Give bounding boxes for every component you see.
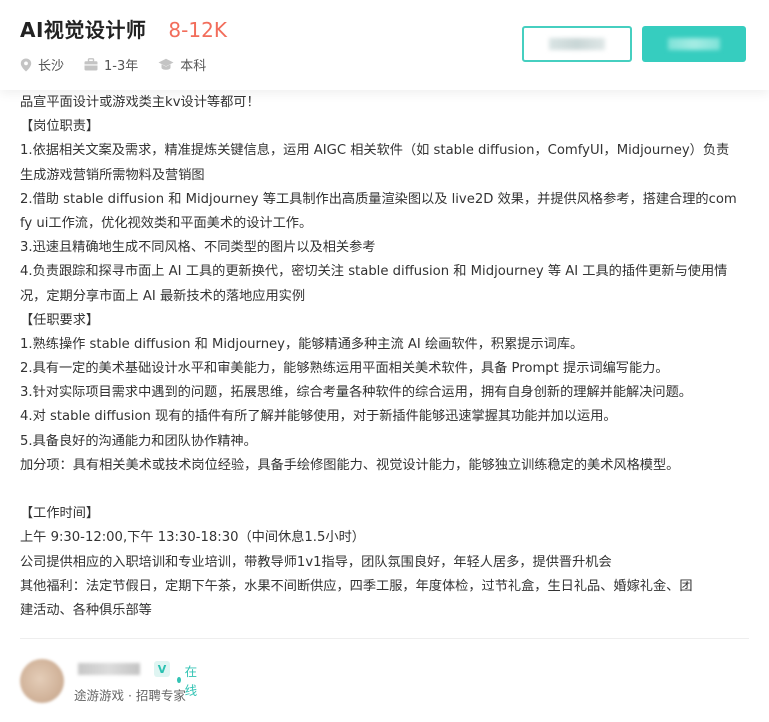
recruiter-company-role: 途游游戏 · 招聘专家 — [74, 688, 186, 703]
education-text: 本科 — [180, 59, 207, 74]
briefcase-icon — [84, 58, 98, 71]
description-line: 建活动、各种俱乐部等 — [20, 602, 152, 618]
description-line: 1.熟练操作 stable diffusion 和 Midjourney，能够精… — [20, 336, 584, 352]
description-line: 【任职要求】 — [20, 312, 100, 328]
description-line: 2.借助 stable diffusion 和 Midjourney 等工具制作… — [20, 191, 737, 207]
description-line: 5.具备良好的沟通能力和团队协作精神。 — [20, 433, 257, 449]
description-line: 3.针对实际项目需求中遇到的问题，拓展思维，综合考量各种软件的综合运用，拥有自身… — [20, 385, 692, 401]
job-description: 品宣平面设计或游戏类主kv设计等都可！ 【岗位职责】 1.依据相关文案及需求，精… — [20, 91, 760, 623]
chat-button-label-blurred — [549, 38, 605, 50]
online-dot-icon — [177, 677, 181, 683]
description-line: 品宣平面设计或游戏类主kv设计等都可！ — [20, 95, 260, 110]
location-item: 长沙 — [20, 55, 64, 74]
online-status-text: 在线 — [184, 664, 198, 698]
description-line: 上午 9:30-12:00,下午 13:30-18:30（中间休息1.5小时） — [20, 530, 365, 546]
experience-item: 1-3年 — [84, 55, 138, 74]
location-pin-icon — [20, 58, 32, 71]
recruiter-name-blurred — [78, 663, 140, 675]
education-item: 本科 — [158, 55, 206, 74]
description-line: 【岗位职责】 — [20, 119, 100, 135]
location-text: 长沙 — [38, 59, 65, 74]
description-line: 2.具有一定的美术基础设计水平和审美能力，能够熟练运用平面相关美术软件，具备 P… — [20, 361, 669, 377]
description-line: 生成游戏营销所需物料及营销图 — [20, 167, 205, 183]
verified-badge-icon: V — [154, 661, 170, 677]
description-line: 【工作时间】 — [20, 506, 100, 522]
description-line: fy ui工作流，优化视效类和平面美术的设计工作。 — [20, 215, 313, 231]
salary: 8-12K — [168, 18, 227, 42]
description-line: 3.迅速且精确地生成不同风格、不同类型的图片以及相关参考 — [20, 240, 376, 256]
apply-button[interactable] — [642, 26, 746, 62]
avatar[interactable] — [20, 659, 64, 703]
graduation-cap-icon — [158, 58, 174, 70]
apply-button-label-blurred — [668, 38, 720, 50]
divider — [20, 638, 749, 639]
job-header: AI视觉设计师 8-12K 长沙 1-3年 本科 — [0, 0, 769, 90]
description-line: 1.依据相关文案及需求，精准提炼关键信息，运用 AIGC 相关软件（如 stab… — [20, 143, 730, 159]
job-meta: 长沙 1-3年 本科 — [20, 55, 226, 74]
description-line: 其他福利：法定节假日，定期下午茶，水果不间断供应，四季工服，年度体检，过节礼盒，… — [20, 578, 693, 594]
chat-button[interactable] — [522, 26, 632, 62]
description-line — [20, 478, 760, 502]
description-line: 4.对 stable diffusion 现有的插件有所了解并能够使用，对于新插… — [20, 409, 617, 425]
description-line: 公司提供相应的入职培训和专业培训，带教导师1v1指导，团队氛围良好，年轻人居多，… — [20, 554, 612, 570]
job-title: AI视觉设计师 — [20, 18, 147, 42]
description-line: 况，定期分享市面上 AI 最新技术的落地应用实例 — [20, 288, 306, 304]
title-row: AI视觉设计师 8-12K — [20, 14, 227, 43]
description-line: 4.负责跟踪和探寻市面上 AI 工具的更新换代，密切关注 stable diff… — [20, 264, 728, 280]
experience-text: 1-3年 — [104, 59, 139, 74]
description-line: 加分项：具有相关美术或技术岗位经验，具备手绘修图能力、视觉设计能力，能够独立训练… — [20, 457, 680, 473]
